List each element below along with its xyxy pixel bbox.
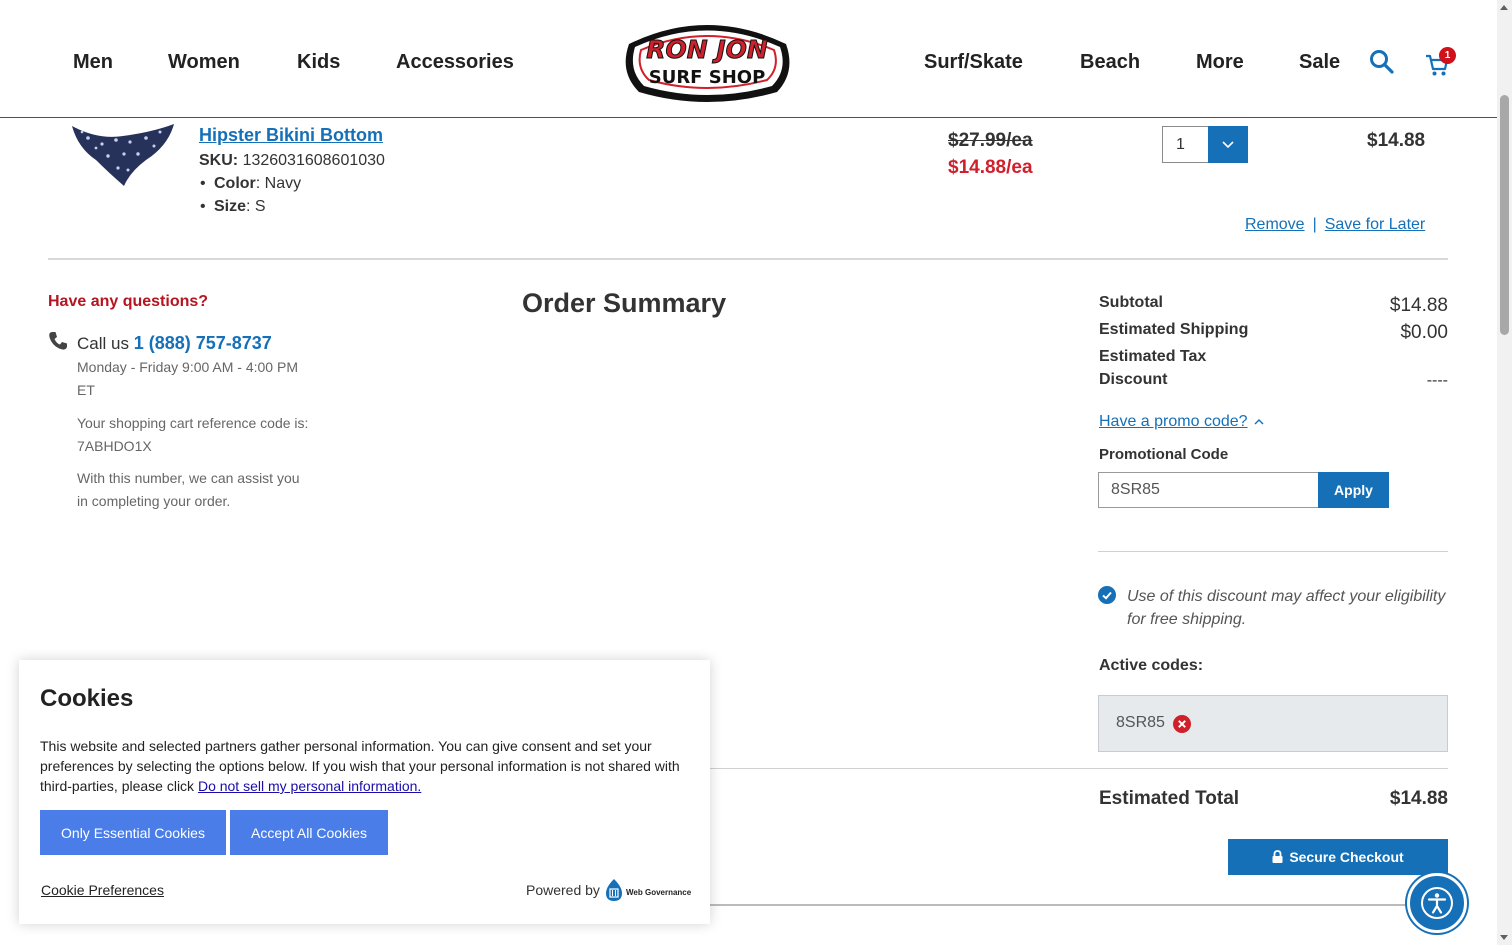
attribute-value: : S [246, 198, 266, 215]
help-hours: Monday - Friday 9:00 AM - 4:00 PM ET [77, 359, 298, 398]
phone-link[interactable]: 1 (888) 757-8737 [134, 333, 272, 353]
product-attributes: Color: Navy Size: S [199, 175, 301, 221]
shipping-label: Estimated Shipping [1099, 321, 1249, 338]
cookie-preferences-link[interactable]: Cookie Preferences [41, 882, 164, 898]
attribute-label: Color [214, 175, 256, 192]
discount-value: ---- [1426, 372, 1448, 389]
scroll-thumb[interactable] [1500, 95, 1509, 335]
tax-label: Estimated Tax [1099, 348, 1207, 365]
web-governance-text: Web Governance [626, 888, 691, 897]
call-prefix: Call us [77, 334, 134, 353]
estimated-total-label: Estimated Total [1099, 788, 1240, 809]
nav-sale[interactable]: Sale [1299, 51, 1340, 74]
scroll-down-arrow[interactable] [1500, 935, 1508, 940]
sku-value: 1326031608601030 [242, 152, 385, 169]
shipping-value: $0.00 [1400, 322, 1448, 343]
svg-text:SURF SHOP: SURF SHOP [649, 67, 766, 88]
product-name-link[interactable]: Hipster Bikini Bottom [199, 125, 383, 146]
nav-surf-skate[interactable]: Surf/Skate [924, 51, 1023, 74]
web-governance-logo: Web Governance [606, 879, 691, 901]
cart-button[interactable]: 1 [1424, 47, 1456, 77]
section-divider [48, 258, 1448, 260]
accessibility-button[interactable] [1407, 873, 1467, 933]
original-price: $27.99/ea [948, 130, 1033, 151]
cookie-title: Cookies [40, 685, 134, 712]
ron-jon-logo[interactable]: RON JON SURF SHOP [619, 14, 796, 106]
order-summary-title: Order Summary [522, 288, 727, 318]
promo-code-input[interactable] [1098, 472, 1319, 508]
powered-by-label: Powered by [526, 882, 600, 898]
active-code: 8SR85 [1116, 714, 1165, 731]
quantity-value: 1 [1176, 136, 1185, 153]
active-codes-box: 8SR85 [1098, 695, 1448, 752]
discount-label: Discount [1099, 371, 1168, 388]
cart-reference-code: Your shopping cart reference code is: 7A… [77, 415, 309, 454]
lock-icon [1272, 850, 1283, 863]
save-for-later-link[interactable]: Save for Later [1325, 216, 1426, 233]
call-us: Call us 1 (888) 757-8737 [77, 333, 272, 354]
phone-icon [49, 332, 67, 350]
promo-divider [1098, 551, 1448, 552]
cookie-banner: Cookies This website and selected partne… [19, 660, 710, 924]
only-essential-cookies-button[interactable]: Only Essential Cookies [40, 810, 226, 855]
quantity-dropdown-button[interactable] [1208, 126, 1248, 163]
attribute-color: Color: Navy [199, 175, 301, 198]
nav-accessories[interactable]: Accessories [396, 51, 514, 74]
svg-text:RON JON: RON JON [646, 35, 768, 64]
estimated-total-value: $14.88 [1389, 788, 1448, 809]
nav-beach[interactable]: Beach [1080, 51, 1140, 74]
check-circle-icon [1098, 586, 1116, 604]
cart-count-badge: 1 [1439, 47, 1456, 64]
secure-checkout-button[interactable]: Secure Checkout [1228, 839, 1448, 875]
subtotal-label: Subtotal [1099, 294, 1163, 311]
help-title: Have any questions? [48, 293, 209, 310]
help-assist-text: With this number, we can assist you in c… [77, 470, 300, 509]
accept-all-cookies-button[interactable]: Accept All Cookies [230, 810, 388, 855]
remove-code-icon[interactable] [1173, 715, 1191, 733]
accessibility-icon [1421, 887, 1453, 919]
item-actions: Remove | Save for Later [1245, 216, 1425, 234]
page-scrollbar[interactable] [1497, 0, 1512, 945]
nav-more[interactable]: More [1196, 51, 1244, 74]
promo-code-toggle[interactable]: Have a promo code? [1099, 413, 1248, 431]
remove-link[interactable]: Remove [1245, 216, 1305, 233]
sale-price: $14.88/ea [948, 157, 1033, 178]
subtotal-value: $14.88 [1389, 295, 1448, 316]
attribute-size: Size: S [199, 198, 301, 221]
nav-women[interactable]: Women [168, 51, 240, 74]
product-thumbnail[interactable] [68, 120, 178, 190]
nav-men[interactable]: Men [73, 51, 113, 74]
scroll-up-arrow[interactable] [1500, 5, 1508, 10]
nav-kids[interactable]: Kids [297, 51, 340, 74]
promo-code-label: Promotional Code [1099, 446, 1229, 463]
chevron-down-icon [1222, 141, 1234, 149]
do-not-sell-link[interactable]: Do not sell my personal information. [198, 778, 421, 794]
line-total: $14.88 [1367, 130, 1426, 151]
footer-divider [700, 904, 1448, 906]
quantity-select[interactable]: 1 [1162, 126, 1248, 163]
site-header: Men Women Kids Accessories RON JON SURF … [0, 0, 1497, 118]
cookie-text: This website and selected partners gathe… [40, 736, 695, 796]
attribute-label: Size [214, 198, 247, 215]
chevron-up-icon[interactable] [1253, 417, 1265, 427]
sku-label: SKU: [199, 152, 239, 169]
apply-promo-button[interactable]: Apply [1318, 472, 1389, 508]
search-icon[interactable] [1369, 49, 1395, 75]
product-sku: SKU: 1326031608601030 [199, 152, 385, 170]
attribute-value: : Navy [255, 175, 302, 192]
total-divider [700, 768, 1448, 769]
discount-eligibility-note: Use of this discount may affect your eli… [1127, 588, 1446, 628]
action-separator: | [1312, 216, 1317, 233]
checkout-label: Secure Checkout [1289, 849, 1404, 865]
active-codes-label: Active codes: [1099, 657, 1204, 674]
